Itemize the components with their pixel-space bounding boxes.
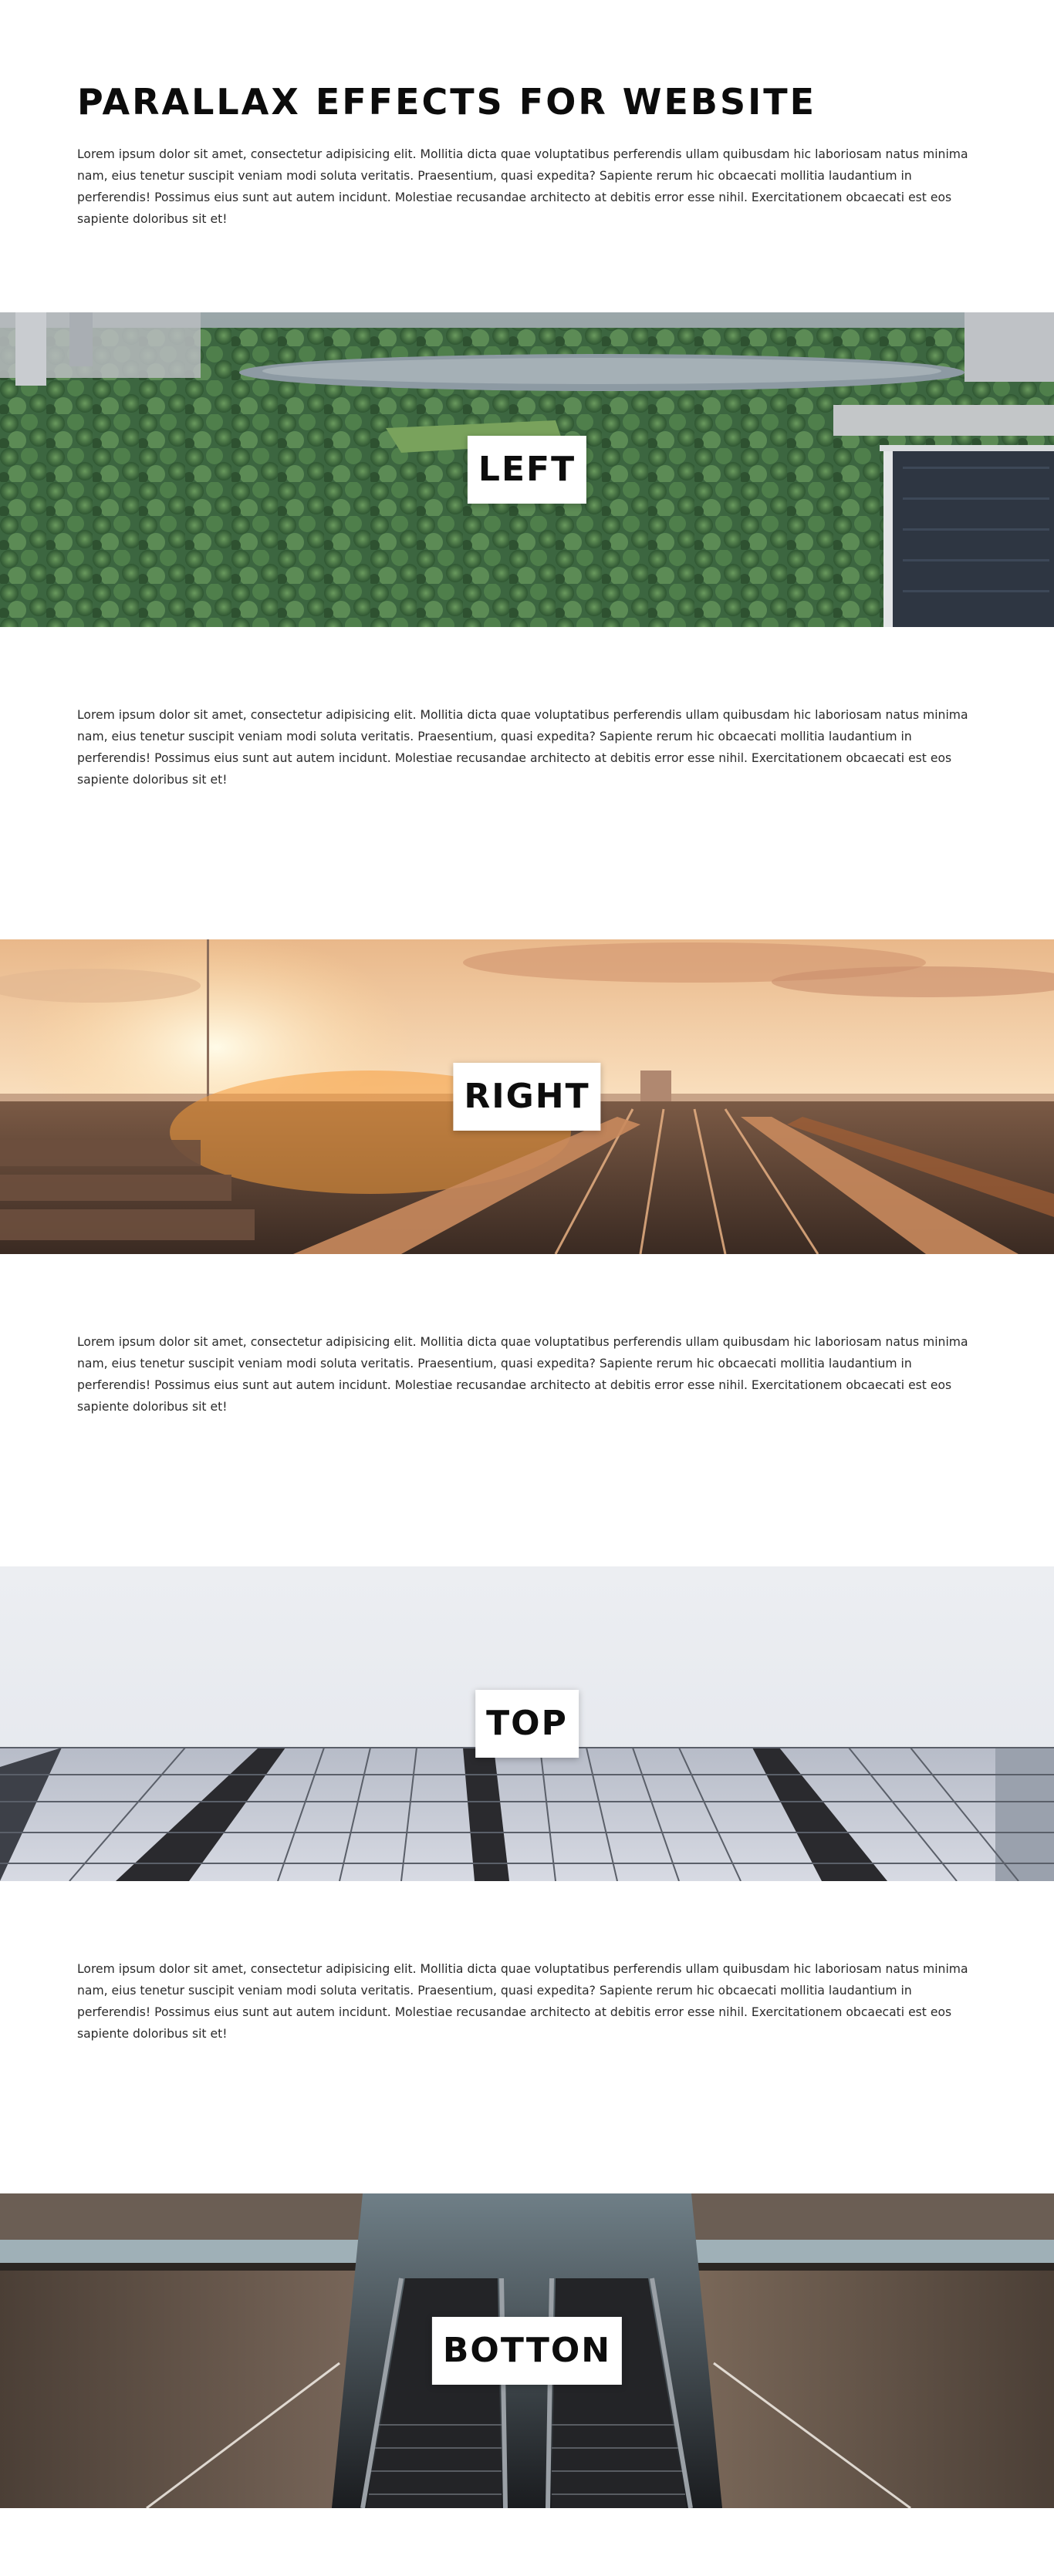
content-paragraph-3: Lorem ipsum dolor sit amet, consectetur … [77, 1962, 968, 2041]
section-label-top: TOP [475, 1690, 579, 1758]
intro-section: PARALLAX EFFECTS FOR WEBSITE Lorem ipsum… [0, 0, 1054, 312]
parallax-banner-top: TOP [0, 1566, 1054, 1881]
content-section-1: Lorem ipsum dolor sit amet, consectetur … [0, 627, 1054, 939]
parallax-banner-bottom: BOTTON [0, 2193, 1054, 2508]
section-label-right: RIGHT [453, 1063, 601, 1131]
parallax-banner-right: RIGHT [0, 939, 1054, 1254]
parallax-banner-left: LEFT [0, 312, 1054, 627]
intro-paragraph: Lorem ipsum dolor sit amet, consectetur … [77, 147, 968, 227]
content-section-3: Lorem ipsum dolor sit amet, consectetur … [0, 1881, 1054, 2193]
section-label-left: LEFT [467, 436, 587, 504]
content-paragraph-1: Lorem ipsum dolor sit amet, consectetur … [77, 708, 968, 787]
page-title: PARALLAX EFFECTS FOR WEBSITE [77, 81, 817, 123]
content-paragraph-2: Lorem ipsum dolor sit amet, consectetur … [77, 1335, 968, 1414]
content-section-2: Lorem ipsum dolor sit amet, consectetur … [0, 1254, 1054, 1566]
section-label-bottom: BOTTON [431, 2317, 623, 2385]
